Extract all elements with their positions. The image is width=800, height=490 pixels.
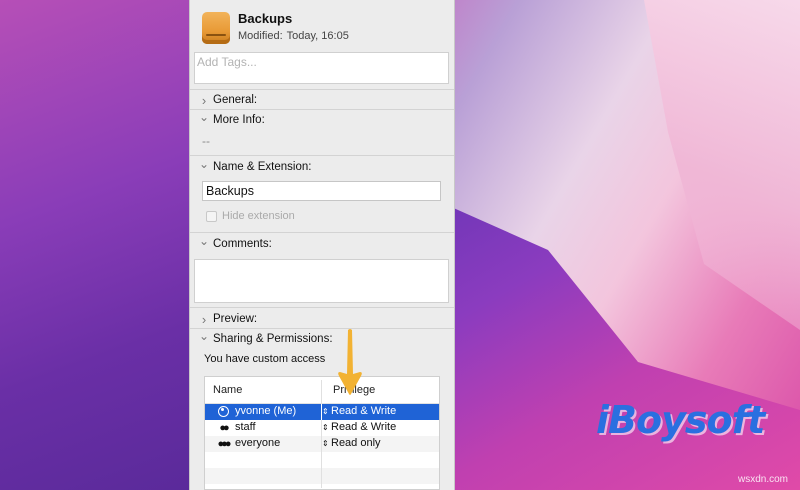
section-comments-label: Comments: [213, 238, 272, 250]
file-name-title: Backups [238, 11, 293, 26]
chevron-down-icon [198, 113, 210, 127]
divider [190, 155, 454, 156]
column-header-name[interactable]: Name [213, 384, 242, 396]
hide-extension-option[interactable]: Hide extension [206, 210, 295, 222]
updown-chevron-icon[interactable]: ⇕ [322, 421, 329, 435]
row-user-name: staff [235, 421, 256, 433]
modified-value: Today, 16:05 [286, 30, 349, 42]
hide-extension-checkbox[interactable] [206, 210, 217, 222]
section-sharing[interactable]: Sharing & Permissions: [198, 330, 333, 348]
wallpaper-glow [644, 0, 800, 330]
site-url-watermark: wsxdn.com [738, 474, 789, 485]
table-row[interactable]: ●●● everyone ⇕ Read only [205, 436, 439, 452]
divider [190, 109, 454, 110]
section-sharing-label: Sharing & Permissions: [213, 333, 333, 345]
wallpaper-left [0, 0, 200, 490]
chevron-right-icon [198, 312, 210, 327]
custom-access-text: You have custom access [204, 353, 326, 365]
comments-field[interactable] [194, 259, 449, 303]
get-info-panel: Backups Modified: Today, 16:05 Add Tags..… [189, 0, 455, 490]
divider [190, 307, 454, 308]
hide-extension-label: Hide extension [222, 210, 295, 222]
modified-date: Modified: Today, 16:05 [238, 30, 349, 42]
divider [190, 89, 454, 90]
user-circle-icon [215, 405, 231, 419]
section-comments[interactable]: Comments: [198, 235, 272, 253]
row-user-name: everyone [235, 437, 281, 449]
row-user-name: yvonne (Me) [235, 405, 297, 417]
section-more-info-label: More Info: [213, 114, 265, 126]
row-privilege[interactable]: Read & Write [331, 421, 396, 433]
info-header: Backups Modified: Today, 16:05 [190, 0, 454, 50]
row-privilege[interactable]: Read only [331, 437, 381, 449]
chevron-down-icon [198, 237, 210, 251]
updown-chevron-icon[interactable]: ⇕ [322, 437, 329, 451]
section-more-info[interactable]: More Info: [198, 111, 265, 129]
brand-watermark: iBoysoft [596, 398, 765, 442]
chevron-down-icon [198, 160, 210, 174]
section-preview-label: Preview: [213, 313, 258, 325]
name-field[interactable]: Backups [202, 181, 441, 201]
more-info-value: -- [202, 134, 210, 148]
table-row[interactable]: yvonne (Me) ⇕ Read & Write [205, 404, 439, 420]
section-general[interactable]: General: [198, 91, 257, 109]
permissions-table: Name Privilege yvonne (Me) ⇕ Read & Writ… [204, 376, 440, 490]
divider [190, 328, 454, 329]
group-icon: ●● [219, 422, 229, 434]
section-general-label: General: [213, 94, 258, 106]
external-drive-icon [202, 12, 230, 44]
chevron-right-icon [198, 93, 210, 108]
tags-field[interactable]: Add Tags... [194, 52, 449, 84]
section-name-extension[interactable]: Name & Extension: [198, 158, 311, 176]
section-preview[interactable]: Preview: [198, 310, 257, 328]
chevron-down-icon [198, 332, 210, 346]
cell-separator [321, 468, 322, 484]
updown-chevron-icon[interactable]: ⇕ [322, 405, 329, 419]
row-privilege[interactable]: Read & Write [331, 405, 396, 417]
down-arrow-annotation-icon [338, 329, 362, 395]
everyone-icon: ●●● [217, 438, 232, 450]
section-name-extension-label: Name & Extension: [213, 161, 312, 173]
divider [190, 232, 454, 233]
table-row-empty [205, 468, 439, 484]
tags-placeholder: Add Tags... [197, 55, 257, 69]
modified-label: Modified: [238, 30, 283, 42]
table-header: Name Privilege [205, 377, 439, 404]
table-row[interactable]: ●● staff ⇕ Read & Write [205, 420, 439, 436]
